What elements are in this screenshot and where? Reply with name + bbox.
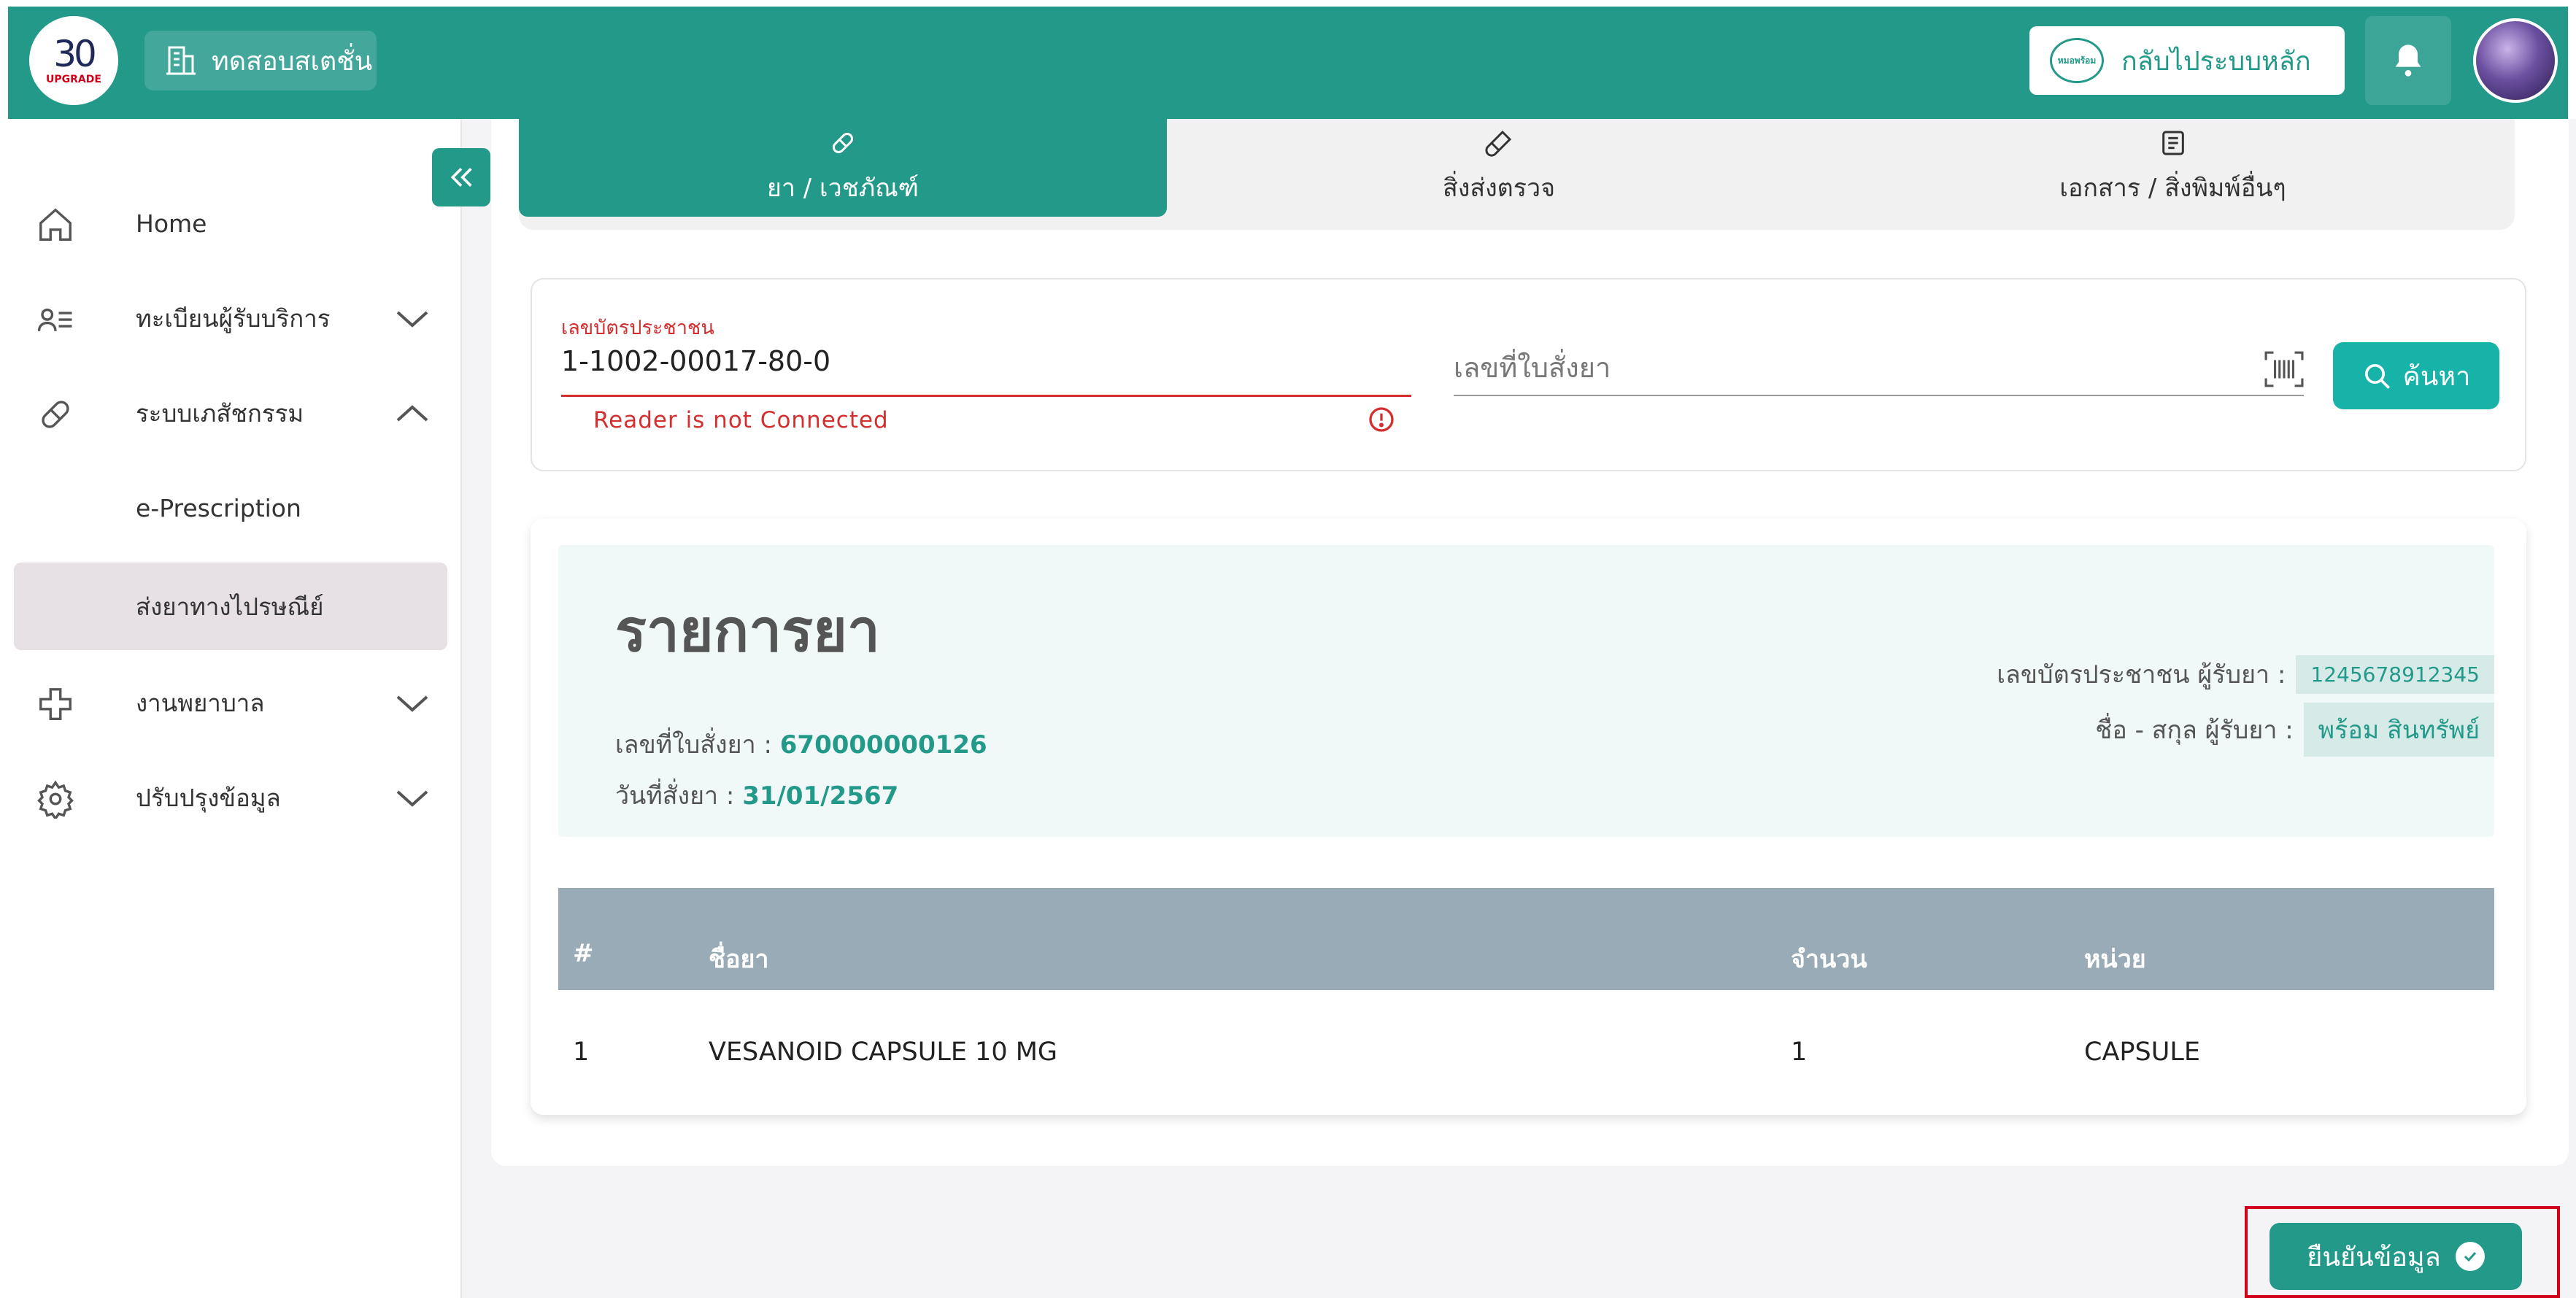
- back-to-main-button[interactable]: หมอพร้อม กลับไประบบหลัก: [2029, 26, 2345, 95]
- recipient-id-label: เลขบัตรประชาชน ผู้รับยา :: [1997, 660, 2286, 689]
- column-header: #: [573, 939, 594, 968]
- drug-table: # ชื่อยา จำนวน หน่วย 1 VESANOID CAPSULE …: [558, 888, 2494, 1085]
- recipient-id-value: 1245678912345: [2296, 654, 2494, 694]
- chevron-down-icon: [396, 790, 428, 807]
- tab-label: เอกสาร / สิ่งพิมพ์อื่นๆ: [2059, 174, 2286, 203]
- person-list-icon: [37, 308, 72, 331]
- back-label: กลับไประบบหลัก: [2121, 46, 2311, 77]
- id-card-underline: [561, 395, 1411, 397]
- barcode-scan-icon[interactable]: [2264, 351, 2304, 387]
- confirm-button[interactable]: ยืนยันข้อมูล: [2270, 1223, 2522, 1290]
- logo-caption: UPGRADE: [46, 74, 101, 85]
- column-header: ชื่อยา: [709, 945, 769, 974]
- notification-button[interactable]: [2365, 16, 2451, 105]
- content-panel: ยา / เวชภัณฑ์ สิ่งส่งตรวจ เอกสาร / สิ่งพ…: [491, 119, 2569, 1166]
- pill-icon: [42, 401, 69, 428]
- id-card-field[interactable]: 1-1002-00017-80-0: [561, 345, 830, 377]
- tab-documents[interactable]: เอกสาร / สิ่งพิมพ์อื่นๆ: [1831, 119, 2515, 217]
- prescription-number-value: 670000000126: [779, 730, 987, 760]
- recipient-name-line: ชื่อ - สกุล ผู้รับยา : พร้อม สินทรัพย์: [2095, 703, 2494, 757]
- gear-icon: [37, 780, 74, 819]
- sidebar-item-label: Home: [136, 209, 207, 238]
- confirm-button-label: ยืนยันข้อมูล: [2307, 1242, 2441, 1272]
- chevron-up-icon: [396, 405, 428, 422]
- pill-icon: [832, 132, 854, 154]
- user-avatar[interactable]: [2473, 18, 2558, 103]
- search-card: เลขบัตรประชาชน 1-1002-00017-80-0 Reader …: [531, 278, 2526, 471]
- tab-label: ยา / เวชภัณฑ์: [766, 174, 919, 203]
- tab-label: สิ่งส่งตรวจ: [1442, 174, 1556, 203]
- recipient-id-line: เลขบัตรประชาชน ผู้รับยา : 1245678912345: [1997, 654, 2494, 694]
- sidebar-item-nursing[interactable]: งานพยาบาล: [14, 659, 447, 746]
- id-card-label: เลขบัตรประชาชน: [561, 317, 714, 339]
- top-bar: 30 UPGRADE ทดสอบสเตชั่น หมอพร้อม กลับไปร…: [8, 7, 2568, 119]
- sidebar-item-e-prescription[interactable]: e-Prescription: [14, 464, 447, 552]
- station-button[interactable]: ทดสอบสเตชั่น: [144, 31, 377, 90]
- drug-list-title: รายการยา: [615, 597, 880, 665]
- search-button-label: ค้นหา: [2402, 361, 2471, 392]
- double-chevron-left-icon: [450, 168, 472, 187]
- table-cell: CAPSULE: [2084, 1038, 2200, 1067]
- tab-medicine[interactable]: ยา / เวชภัณฑ์: [519, 119, 1167, 217]
- sidebar-item-label: ส่งยาทางไปรษณีย์: [136, 592, 324, 621]
- sidebar-item-label: ปรับปรุงข้อมูล: [136, 783, 281, 812]
- chevron-down-icon: [396, 311, 428, 328]
- prescription-number-underline: [1454, 395, 2304, 396]
- error-icon: [1369, 407, 1394, 432]
- table-header-row: # ชื่อยา จำนวน หน่วย: [558, 888, 2494, 990]
- building-icon: [166, 46, 196, 75]
- table-cell: 1: [573, 1038, 590, 1067]
- drug-list-card: รายการยา เลขที่ใบสั่งยา : 670000000126 ว…: [531, 519, 2526, 1115]
- check-circle-icon: [2455, 1242, 2485, 1271]
- mor-prom-logo: หมอพร้อม: [2050, 38, 2104, 83]
- search-button[interactable]: ค้นหา: [2333, 342, 2499, 409]
- app-logo[interactable]: 30 UPGRADE: [29, 16, 118, 105]
- prescription-date-line: วันที่สั่งยา : 31/01/2567: [615, 776, 898, 815]
- main-content: ยา / เวชภัณฑ์ สิ่งส่งตรวจ เอกสาร / สิ่งพ…: [462, 119, 2576, 1298]
- collapse-sidebar-button[interactable]: [432, 148, 490, 206]
- test-tube-icon: [1485, 130, 1512, 157]
- column-header: หน่วย: [2084, 945, 2146, 974]
- prescription-date-label: วันที่สั่งยา :: [615, 781, 735, 811]
- bell-icon: [2395, 45, 2421, 77]
- prescription-number-line: เลขที่ใบสั่งยา : 670000000126: [615, 725, 987, 764]
- table-cell: VESANOID CAPSULE 10 MG: [709, 1038, 1058, 1067]
- reader-error-text: Reader is not Connected: [593, 407, 889, 433]
- search-icon: [2364, 364, 2390, 389]
- sidebar-item-home[interactable]: Home: [14, 179, 447, 267]
- sidebar-item-update-data[interactable]: ปรับปรุงข้อมูล: [14, 754, 447, 841]
- prescription-number-input[interactable]: เลขที่ใบสั่งยา: [1454, 345, 1611, 390]
- document-icon: [2162, 131, 2184, 155]
- recipient-name-label: ชื่อ - สกุล ผู้รับยา :: [2095, 716, 2294, 745]
- prescription-number-label: เลขที่ใบสั่งยา :: [615, 730, 772, 760]
- sidebar: Home ทะเบียนผู้รับบริการ ระบบเภสัชกรรม e…: [8, 119, 462, 1298]
- sidebar-item-pharmacy[interactable]: ระบบเภสัชกรรม: [14, 369, 447, 457]
- tab-bar: ยา / เวชภัณฑ์ สิ่งส่งตรวจ เอกสาร / สิ่งพ…: [519, 119, 2515, 230]
- column-header: จำนวน: [1791, 945, 1867, 974]
- station-label: ทดสอบสเตชั่น: [212, 46, 373, 77]
- prescription-date-value: 31/01/2567: [742, 781, 899, 811]
- sidebar-item-label: งานพยาบาล: [136, 688, 265, 717]
- sidebar-item-label: e-Prescription: [136, 493, 301, 522]
- table-row[interactable]: 1 VESANOID CAPSULE 10 MG 1 CAPSULE: [558, 990, 2494, 1085]
- recipient-name-value: พร้อม สินทรัพย์: [2303, 703, 2494, 757]
- medical-cross-icon: [39, 688, 72, 720]
- chevron-down-icon: [396, 695, 428, 712]
- sidebar-item-postal-delivery[interactable]: ส่งยาทางไปรษณีย์: [14, 563, 447, 650]
- sidebar-item-registration[interactable]: ทะเบียนผู้รับบริการ: [14, 274, 447, 362]
- home-icon: [39, 208, 72, 241]
- tab-lab-specimen[interactable]: สิ่งส่งตรวจ: [1167, 119, 1831, 217]
- sidebar-item-label: ระบบเภสัชกรรม: [136, 398, 304, 428]
- drug-list-header: รายการยา เลขที่ใบสั่งยา : 670000000126 ว…: [558, 545, 2494, 837]
- logo-number: 30: [53, 33, 97, 75]
- sidebar-item-label: ทะเบียนผู้รับบริการ: [136, 304, 331, 333]
- table-cell: 1: [1791, 1038, 1808, 1067]
